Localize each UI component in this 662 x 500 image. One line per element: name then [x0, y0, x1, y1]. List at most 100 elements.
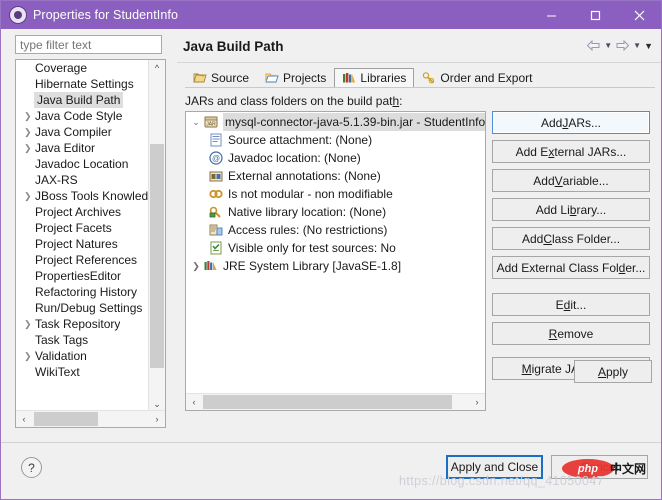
view-menu-chevron-down-icon[interactable]: ▼ [644, 41, 653, 51]
sidebar-item-refactoring-history[interactable]: ❯Refactoring History [16, 284, 150, 300]
test-sources-icon [208, 240, 224, 256]
edit-button[interactable]: Edit... [492, 293, 650, 316]
build-path-tree-row[interactable]: Visible only for test sources: No [186, 239, 485, 257]
sidebar-item-wikitext[interactable]: ❯WikiText [16, 364, 150, 380]
build-path-tree-row[interactable]: Source attachment: (None) [186, 131, 485, 149]
button-label-after: emove [557, 327, 593, 341]
tab-libraries[interactable]: Libraries [334, 68, 414, 88]
settings-tree[interactable]: ❯Coverage❯Hibernate Settings❯Java Build … [15, 59, 166, 428]
add-variable-button[interactable]: Add Variable... [492, 169, 650, 192]
add-library-button[interactable]: Add Library... [492, 198, 650, 221]
build-path-tree-row[interactable]: External annotations: (None) [186, 167, 485, 185]
back-arrow-icon[interactable] [586, 39, 601, 52]
add-external-class-folder-button[interactable]: Add External Class Folder... [492, 256, 650, 279]
build-path-tree-label: Native library location: (None) [228, 203, 386, 221]
sidebar-item-java-editor[interactable]: ❯Java Editor [16, 140, 150, 156]
properties-dialog: Properties for StudentInfo ❯Coverage❯Hib… [0, 0, 662, 500]
sidebar-item-project-facets[interactable]: ❯Project Facets [16, 220, 150, 236]
button-label-before: Add E [516, 145, 549, 159]
scroll-left-icon[interactable]: ‹ [186, 394, 202, 410]
source-attachment-icon [208, 132, 224, 148]
sidebar-item-label: Javadoc Location [35, 156, 128, 172]
sidebar-item-run-debug-settings[interactable]: ❯Run/Debug Settings [16, 300, 150, 316]
build-path-tree-row[interactable]: ⌄JARmysql-connector-java-5.1.39-bin.jar … [186, 113, 485, 131]
build-path-tree-row[interactable]: Access rules: (No restrictions) [186, 221, 485, 239]
sidebar-item-propertieseditor[interactable]: ❯PropertiesEditor [16, 268, 150, 284]
tab-projects[interactable]: Projects [257, 68, 334, 88]
build-path-tree-row[interactable]: @Javadoc location: (None) [186, 149, 485, 167]
native-library-icon [208, 204, 224, 220]
svg-text:@: @ [212, 154, 220, 163]
chevron-right-icon[interactable]: ❯ [22, 348, 35, 364]
build-path-tree-label: Access rules: (No restrictions) [228, 221, 387, 239]
chevron-right-icon[interactable]: ❯ [22, 140, 35, 156]
sidebar-item-coverage[interactable]: ❯Coverage [16, 60, 150, 76]
build-path-tree-row[interactable]: Is not modular - non modifiable [186, 185, 485, 203]
sidebar-item-label: Project References [35, 252, 137, 268]
chevron-right-icon[interactable]: ❯ [22, 188, 35, 204]
sidebar-item-project-archives[interactable]: ❯Project Archives [16, 204, 150, 220]
scroll-right-icon[interactable]: › [469, 394, 485, 410]
button-label-mnemonic: C [543, 232, 552, 246]
tab-order-and-export[interactable]: Order and Export [414, 68, 540, 88]
filter-input[interactable] [15, 35, 162, 54]
sidebar-item-javadoc-location[interactable]: ❯Javadoc Location [16, 156, 150, 172]
sidebar-item-task-tags[interactable]: ❯Task Tags [16, 332, 150, 348]
chevron-right-icon[interactable]: ❯ [189, 257, 203, 275]
settings-tree-vscrollbar[interactable]: ^ ⌄ [148, 60, 165, 412]
sidebar-item-label: Coverage [35, 60, 87, 76]
minimize-icon[interactable] [529, 1, 573, 29]
order-export-icon [422, 71, 436, 85]
tree-indent-spacer: ❯ [22, 364, 35, 380]
sidebar-item-java-compiler[interactable]: ❯Java Compiler [16, 124, 150, 140]
jar-icon: JAR [203, 114, 219, 130]
remove-button[interactable]: Remove [492, 322, 650, 345]
chevron-right-icon[interactable]: ❯ [22, 316, 35, 332]
chevron-right-icon[interactable]: ❯ [22, 124, 35, 140]
scroll-left-icon[interactable]: ‹ [16, 411, 32, 427]
vscroll-thumb[interactable] [150, 144, 164, 368]
back-menu-chevron-down-icon[interactable]: ▼ [604, 41, 612, 50]
hscroll-thumb[interactable] [203, 395, 452, 409]
sidebar-item-jboss-tools-knowledg[interactable]: ❯JBoss Tools Knowledg [16, 188, 150, 204]
sidebar-item-project-references[interactable]: ❯Project References [16, 252, 150, 268]
tab-label: Source [211, 71, 249, 85]
sidebar-item-hibernate-settings[interactable]: ❯Hibernate Settings [16, 76, 150, 92]
watermark-logo-text: php [578, 463, 598, 475]
chevron-down-icon[interactable]: ⌄ [189, 113, 203, 131]
settings-tree-hscrollbar[interactable]: ‹ › [16, 410, 165, 427]
sidebar-item-java-build-path[interactable]: ❯Java Build Path [16, 92, 150, 108]
window-title: Properties for StudentInfo [33, 8, 178, 22]
hscroll-thumb[interactable] [34, 412, 98, 426]
sidebar-item-project-natures[interactable]: ❯Project Natures [16, 236, 150, 252]
add-external-jars-button[interactable]: Add External JARs... [492, 140, 650, 163]
chevron-right-icon[interactable]: ❯ [22, 108, 35, 124]
button-label-after: ternal JARs... [554, 145, 626, 159]
build-path-hscrollbar[interactable]: ‹ › [186, 393, 485, 410]
button-label-before: Add Li [536, 203, 570, 217]
sidebar-item-validation[interactable]: ❯Validation [16, 348, 150, 364]
build-path-tree-row[interactable]: Native library location: (None) [186, 203, 485, 221]
sidebar-item-jax-rs[interactable]: ❯JAX-RS [16, 172, 150, 188]
sidebar-item-java-code-style[interactable]: ❯Java Code Style [16, 108, 150, 124]
dialog-body: ❯Coverage❯Hibernate Settings❯Java Build … [1, 29, 661, 442]
scroll-right-icon[interactable]: › [149, 411, 165, 427]
forward-arrow-icon[interactable] [615, 39, 630, 52]
forward-menu-chevron-down-icon[interactable]: ▼ [633, 41, 641, 50]
add-jars-button[interactable]: Add JARs... [492, 111, 650, 134]
scroll-up-icon[interactable]: ^ [149, 60, 165, 76]
build-path-tree[interactable]: ⌄JARmysql-connector-java-5.1.39-bin.jar … [185, 111, 486, 411]
apply-button[interactable]: Apply [574, 360, 652, 383]
sidebar-item-label: WikiText [35, 364, 80, 380]
build-path-tree-label: Is not modular - non modifiable [228, 185, 393, 203]
close-icon[interactable] [617, 1, 661, 29]
title-bar: Properties for StudentInfo [1, 1, 661, 29]
add-class-folder-button[interactable]: Add Class Folder... [492, 227, 650, 250]
tab-source[interactable]: Source [185, 68, 257, 88]
help-icon[interactable]: ? [21, 457, 42, 478]
tree-caption: JARs and class folders on the build path… [185, 94, 402, 108]
build-path-tree-row[interactable]: ❯JRE System Library [JavaSE-1.8] [186, 257, 485, 275]
maximize-icon[interactable] [573, 1, 617, 29]
sidebar-item-task-repository[interactable]: ❯Task Repository [16, 316, 150, 332]
sidebar-item-label: Hibernate Settings [35, 76, 134, 92]
